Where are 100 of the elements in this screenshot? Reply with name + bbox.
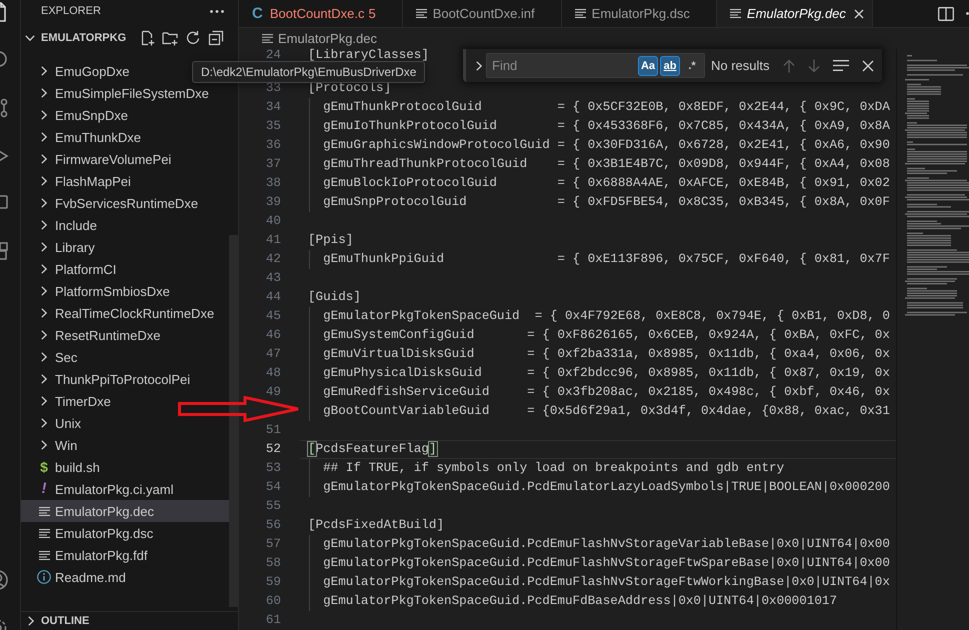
editor-tab[interactable]: EmulatorPkg.dsc	[562, 0, 717, 27]
tree-item[interactable]: ! EmulatorPkg.ci.yaml	[21, 478, 182, 500]
line-number: 58	[264, 555, 281, 572]
tree-item[interactable]: EmulatorPkg.dec	[21, 500, 229, 522]
tree-item[interactable]: Unix	[21, 412, 90, 434]
code-line: [LibraryClasses]	[307, 49, 430, 62]
line-number: 60	[264, 593, 281, 610]
tree-item[interactable]: Library	[21, 236, 103, 258]
chevron-right-icon[interactable]	[41, 154, 47, 164]
chevron-right-icon[interactable]	[41, 330, 47, 340]
code-line: [PcdsFixedAtBuild]	[307, 517, 446, 534]
chevron-right-icon[interactable]	[41, 110, 47, 120]
scrollbar-thumb[interactable]	[229, 235, 238, 607]
chevron-right-icon[interactable]	[41, 264, 47, 274]
code-line: [Protocols]	[307, 80, 392, 97]
new-folder-icon[interactable]	[162, 30, 178, 46]
more-icon[interactable]	[965, 12, 969, 15]
selection-lines-icon[interactable]	[833, 60, 849, 71]
tree-item[interactable]: PlatformSmbiosDxe	[21, 280, 178, 302]
branch-icon[interactable]	[0, 96, 10, 120]
line-number: 36	[264, 137, 281, 154]
chevron-right-icon[interactable]	[41, 220, 47, 230]
chevron-down-icon[interactable]	[25, 35, 35, 41]
explorer-title: EXPLORER	[41, 5, 101, 18]
line-number: 56	[264, 517, 281, 534]
chevron-right-icon[interactable]	[28, 616, 34, 626]
line-number: 43	[264, 270, 281, 287]
tree-item[interactable]: EmuSimpleFileSystemDxe	[21, 82, 217, 104]
line-number: 33	[264, 80, 281, 97]
replace-toggle-icon[interactable]	[476, 60, 482, 70]
folder-section-header[interactable]: EMULATORPKG	[41, 32, 126, 44]
line-number: 51	[264, 422, 281, 439]
chevron-right-icon[interactable]	[41, 418, 47, 428]
line-number: 39	[264, 194, 281, 211]
match-case-toggle[interactable]: Aa	[638, 56, 658, 76]
tree-item[interactable]: FvbServicesRuntimeDxe	[21, 192, 206, 214]
line-number: 44	[264, 289, 281, 306]
chevron-right-icon[interactable]	[41, 66, 47, 76]
tree-item[interactable]: $ build.sh	[21, 456, 108, 478]
chevron-right-icon[interactable]	[41, 396, 47, 406]
tree-item[interactable]: EmulatorPkg.fdf	[21, 544, 156, 566]
chevron-right-icon[interactable]	[41, 176, 47, 186]
line-number: 40	[264, 213, 281, 230]
chevron-right-icon[interactable]	[41, 88, 47, 98]
tree-item[interactable]: RealTimeClockRuntimeDxe	[21, 302, 222, 324]
tree-item[interactable]: EmuThunkDxe	[21, 126, 149, 148]
chevron-right-icon[interactable]	[41, 242, 47, 252]
tree-item[interactable]: EmuGopDxe	[21, 60, 138, 82]
close-icon[interactable]	[862, 60, 874, 72]
lines-icon	[262, 34, 273, 43]
whole-word-toggle[interactable]: ab	[660, 56, 680, 76]
refresh-icon[interactable]	[185, 30, 201, 46]
line-number: 57	[264, 536, 281, 553]
tree-item[interactable]: ThunkPpiToProtocolPei	[21, 368, 198, 390]
tree-item[interactable]: TimerDxe	[21, 390, 119, 412]
close-icon[interactable]	[854, 8, 864, 18]
line-number: 24	[264, 49, 281, 62]
tree-item[interactable]: ResetRuntimeDxe	[21, 324, 168, 346]
tree-item[interactable]: FirmwareVolumePei	[21, 148, 180, 170]
find-result: No results	[711, 58, 771, 73]
chevron-right-icon[interactable]	[41, 352, 47, 362]
tree-item[interactable]: EmulatorPkg.dsc	[21, 522, 162, 544]
tree-item[interactable]: PlatformCI	[21, 258, 124, 280]
chevron-right-icon[interactable]	[41, 440, 47, 450]
exclamation-icon: !	[42, 481, 46, 497]
breadcrumb-item[interactable]: EmulatorPkg.dec	[262, 31, 377, 46]
new-file-icon[interactable]	[139, 30, 155, 46]
find-input[interactable]: Find Aa ab .*	[486, 53, 705, 78]
collapse-all-icon[interactable]	[208, 30, 224, 46]
chevron-right-icon[interactable]	[41, 308, 47, 318]
tree-item[interactable]: Readme.md	[21, 566, 134, 588]
lines-icon	[730, 9, 741, 18]
line-number: 55	[264, 498, 281, 515]
lines-icon	[38, 506, 50, 516]
tree-item[interactable]: EmuSnpDxe	[21, 104, 136, 126]
tree-item[interactable]: Sec	[21, 346, 86, 368]
code-line: [Ppis]	[307, 232, 354, 249]
line-number: 46	[264, 327, 281, 344]
line-number: 38	[264, 175, 281, 192]
regex-toggle[interactable]: .*	[682, 56, 702, 76]
line-number: 61	[264, 612, 281, 629]
code-line: [Guids]	[307, 289, 362, 306]
chevron-right-icon[interactable]	[41, 374, 47, 384]
dollar-sign-icon: $	[40, 459, 48, 475]
outline-section-header[interactable]: OUTLINE	[41, 615, 90, 627]
chevron-right-icon[interactable]	[41, 198, 47, 208]
line-number: 41	[264, 232, 281, 249]
tree-item[interactable]: Win	[21, 434, 86, 456]
tree-item[interactable]: FlashMapPei	[21, 170, 139, 192]
editor-tab[interactable]: EmulatorPkg.dec	[716, 0, 873, 27]
line-number: 53	[264, 460, 281, 477]
more-icon[interactable]	[210, 10, 224, 13]
chevron-right-icon[interactable]	[41, 132, 47, 142]
lines-icon	[38, 550, 50, 560]
chevron-right-icon[interactable]	[41, 286, 47, 296]
tree-item[interactable]: Include	[21, 214, 105, 236]
split-editor-icon[interactable]	[938, 6, 954, 20]
minimap-drawing[interactable]	[905, 55, 969, 317]
account-icon[interactable]	[0, 568, 10, 592]
lines-icon	[416, 9, 427, 18]
